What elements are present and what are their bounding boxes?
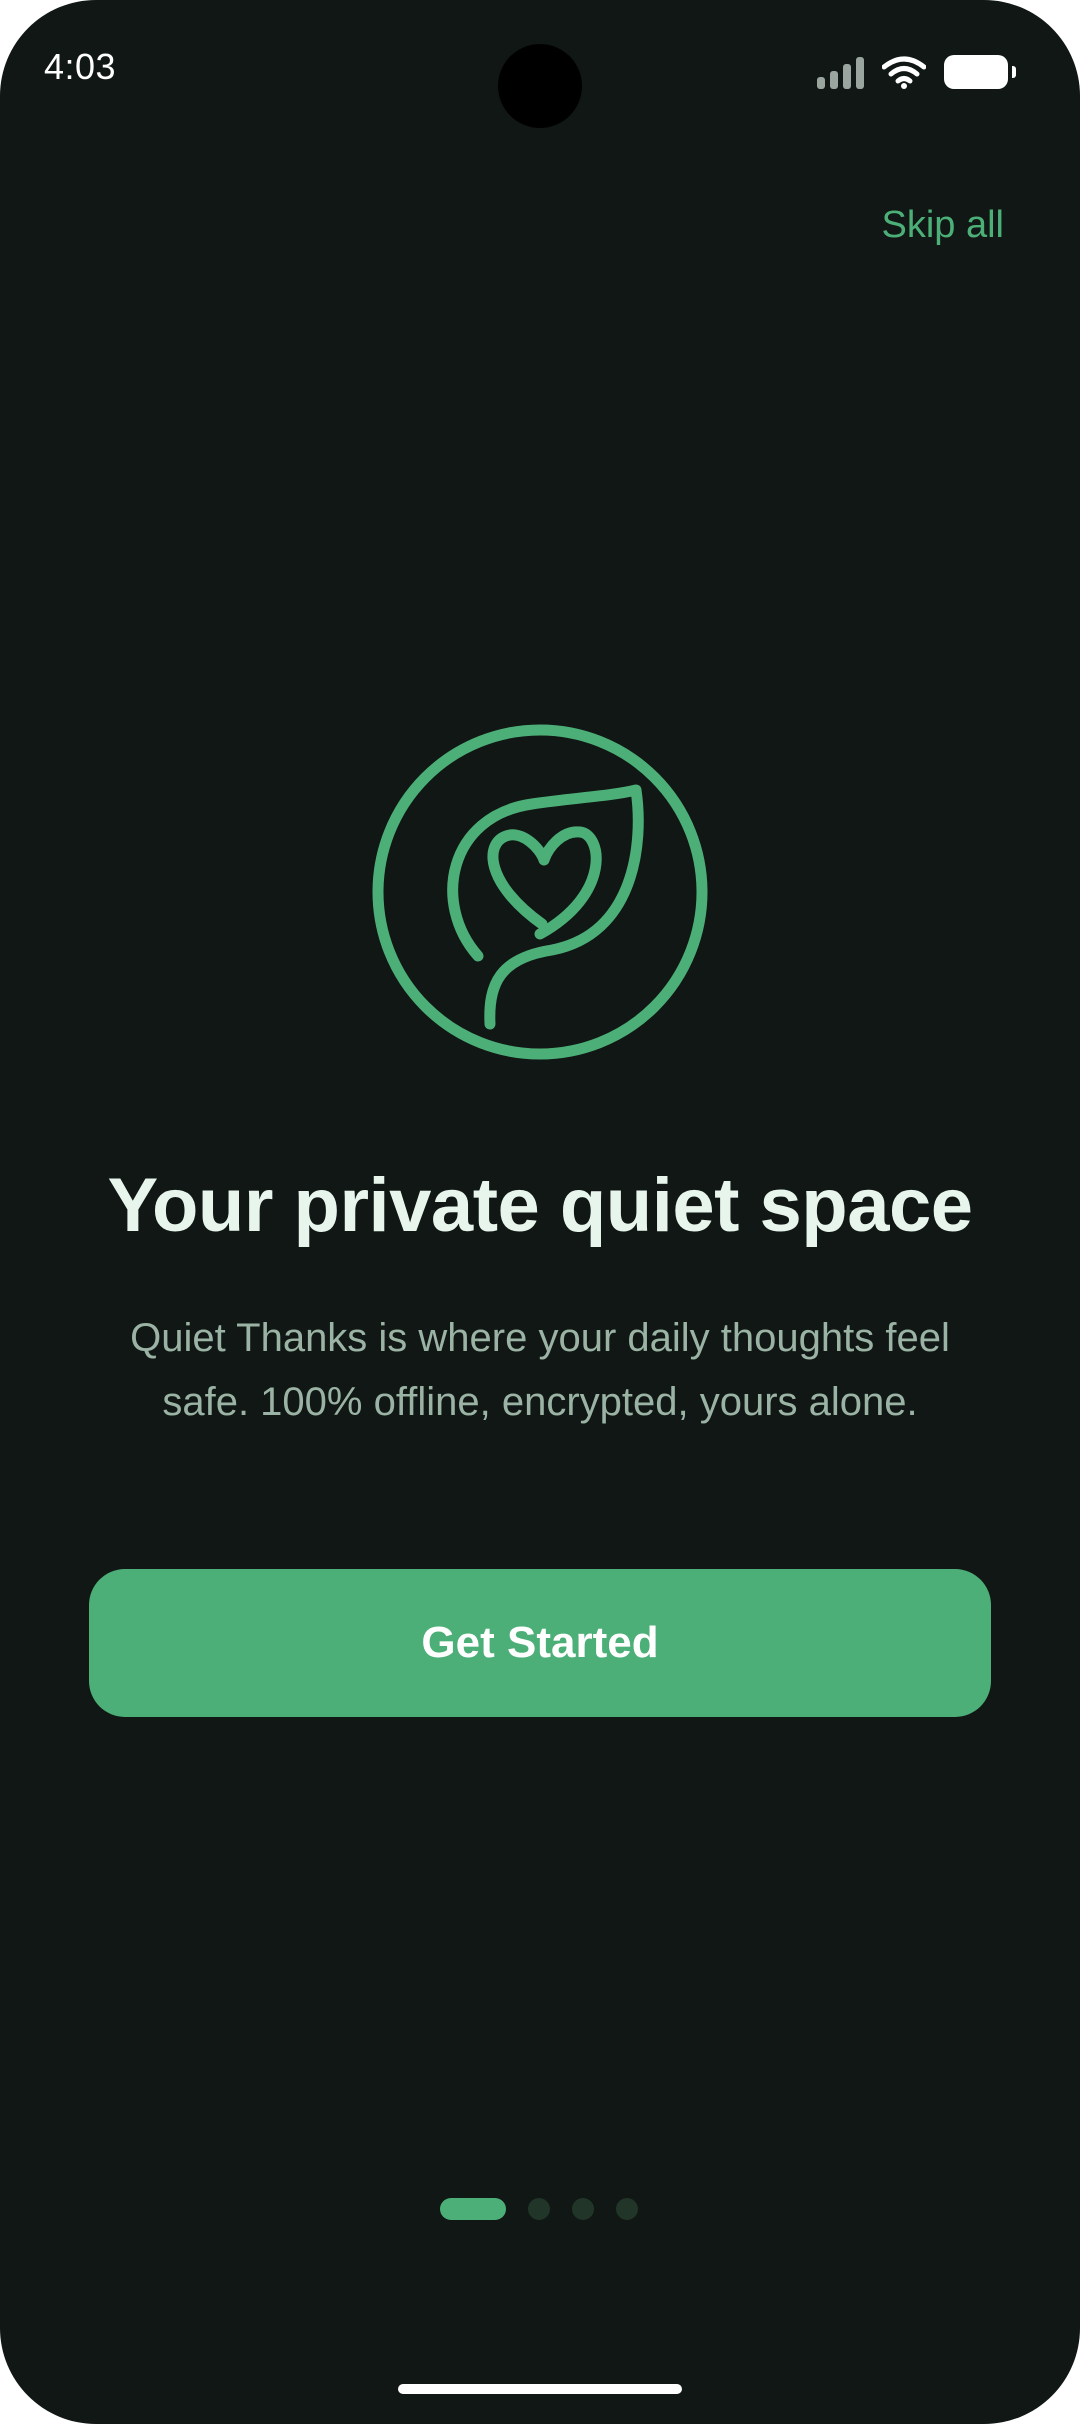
signal-icon [817, 55, 864, 89]
home-indicator[interactable] [398, 2384, 682, 2394]
page-indicator [440, 2198, 638, 2220]
get-started-button[interactable]: Get Started [89, 1569, 991, 1717]
page-dot-active [440, 2198, 506, 2220]
page-dot [572, 2198, 594, 2220]
onboarding-screen: 4:03 Skip all Your private quiet space Q… [0, 0, 1080, 2424]
leaf-heart-icon [372, 724, 708, 1060]
page-title: Your private quiet space [107, 1163, 973, 1248]
page-dot [616, 2198, 638, 2220]
status-icons [817, 52, 1016, 92]
wifi-icon [882, 56, 926, 89]
status-time: 4:03 [44, 46, 117, 87]
battery-icon [944, 55, 1016, 89]
front-camera [498, 44, 582, 128]
page-description: Quiet Thanks is where your daily thought… [130, 1316, 950, 1424]
skip-all-button[interactable]: Skip all [882, 204, 1005, 247]
page-dot [528, 2198, 550, 2220]
